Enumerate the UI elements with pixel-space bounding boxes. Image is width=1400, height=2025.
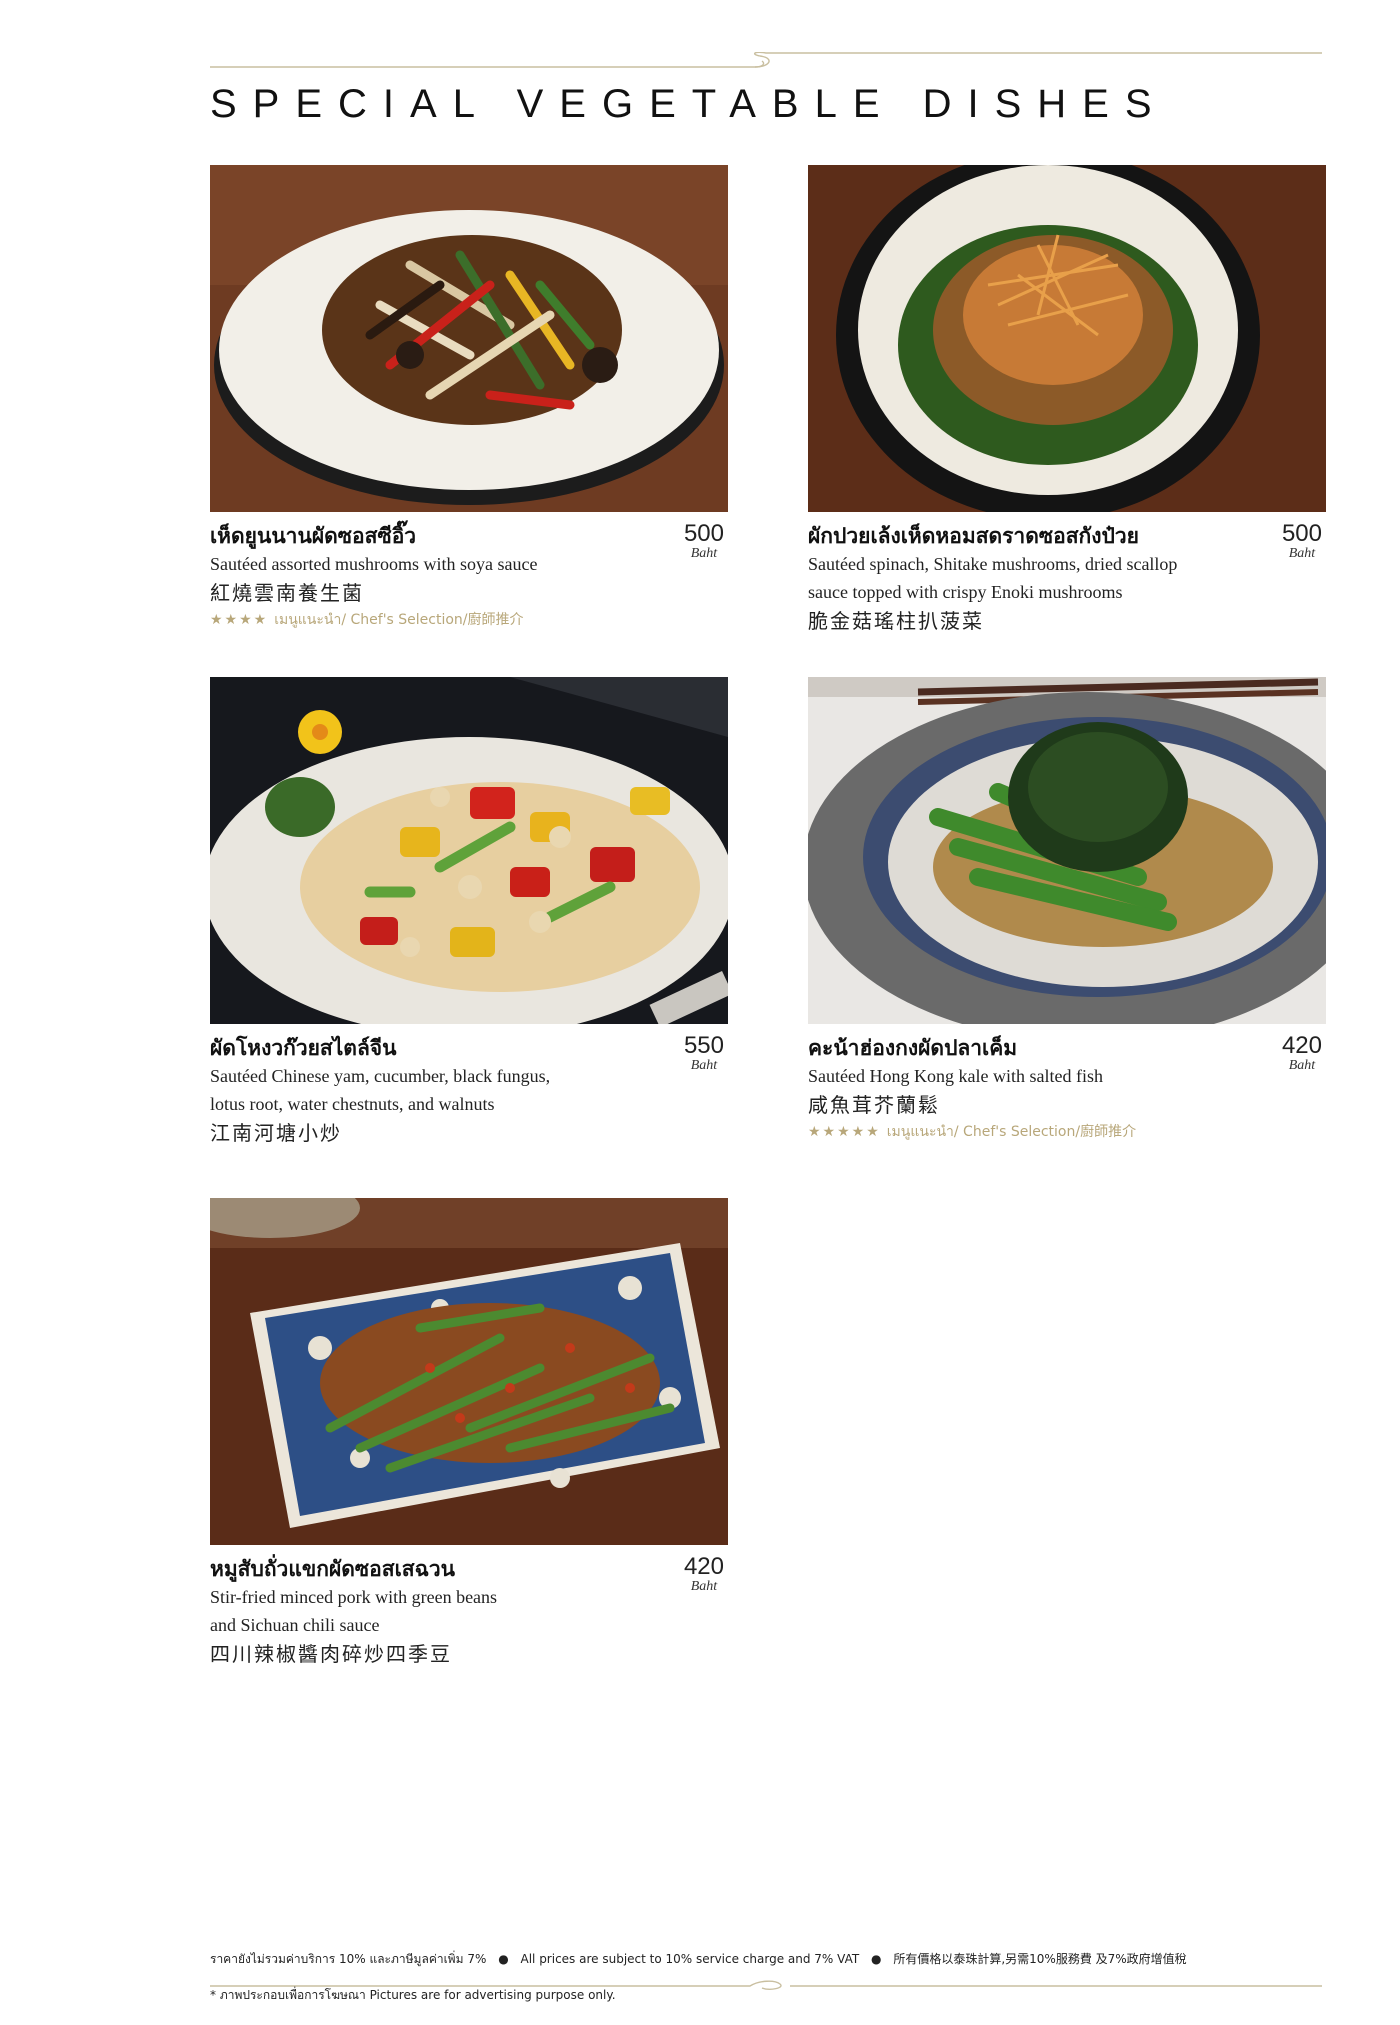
price-unit: Baht xyxy=(690,1579,718,1594)
menu-item: เห็ดยูนนานผัดซอสซีอิ๊ว Sautéed assorted … xyxy=(210,165,728,632)
price-amount: 500 xyxy=(1281,520,1322,547)
price-amount: 420 xyxy=(683,1553,724,1580)
chef-selection: ★★★★ เมนูแนะนำ/ Chef's Selection/廚師推介 xyxy=(210,608,728,632)
price: 500 Baht xyxy=(684,522,724,562)
price-unit: Baht xyxy=(690,546,718,561)
price-unit: Baht xyxy=(690,1058,718,1073)
disclaimer-thai: ราคายังไม่รวมค่าบริการ 10% และภาษีมูลค่า… xyxy=(210,1952,487,1966)
rating-stars: ★★★★ xyxy=(210,612,269,628)
disclaimer-chinese: 所有價格以泰珠計算,另需10%服務費 及7%政府增值稅 xyxy=(893,1952,1187,1966)
price-amount: 420 xyxy=(1281,1032,1322,1059)
disclaimer-english: All prices are subject to 10% service ch… xyxy=(520,1952,860,1966)
top-ornament-rule xyxy=(210,52,1322,68)
price: 550 Baht xyxy=(684,1034,724,1074)
dish-photo-hong-kong-kale xyxy=(808,677,1326,1024)
dish-name-english: Sautéed Hong Kong kale with salted fish xyxy=(808,1066,1103,1086)
dish-photo-minced-pork-green-beans xyxy=(210,1198,728,1545)
menu-item: ผักปวยเล้งเห็ดหอมสดราดซอสกังป๋วย Sautéed… xyxy=(808,165,1326,636)
price-disclaimer: ราคายังไม่รวมค่าบริการ 10% และภาษีมูลค่า… xyxy=(210,1950,1187,1969)
chef-selection-label: เมนูแนะนำ/ Chef's Selection/廚師推介 xyxy=(886,1124,1137,1140)
price: 420 Baht xyxy=(684,1555,724,1595)
chef-selection-label: เมนูแนะนำ/ Chef's Selection/廚師推介 xyxy=(274,612,524,628)
price-amount: 500 xyxy=(683,520,724,547)
dish-name-english: Sautéed assorted mushrooms with soya sau… xyxy=(210,554,538,574)
dish-name-english: Sautéed spinach, Shitake mushrooms, drie… xyxy=(808,554,1178,574)
dish-name-thai: ผักปวยเล้งเห็ดหอมสดราดซอสกังป๋วย xyxy=(808,524,1139,548)
dish-name-english-line2: and Sichuan chili sauce xyxy=(210,1615,380,1635)
dish-name-chinese: 江南河塘小炒 xyxy=(210,1121,342,1145)
page-title: SPECIAL VEGETABLE DISHES xyxy=(210,82,1168,126)
dish-photo-spinach xyxy=(808,165,1326,512)
dish-name-thai: ผัดโหงวก๊วยสไตล์จีน xyxy=(210,1036,397,1060)
rating-stars: ★★★★★ xyxy=(808,1124,881,1140)
price-unit: Baht xyxy=(1288,546,1316,561)
dish-name-chinese: 紅燒雲南養生菌 xyxy=(210,581,364,605)
price: 420 Baht xyxy=(1282,1034,1322,1074)
dish-name-thai: คะน้าฮ่องกงผัดปลาเค็ม xyxy=(808,1036,1018,1060)
dish-name-english-line2: sauce topped with crispy Enoki mushrooms xyxy=(808,582,1123,602)
price-unit: Baht xyxy=(1288,1058,1316,1073)
menu-item: หมูสับถั่วแขกผัดซอสเสฉวน Stir-fried minc… xyxy=(210,1198,728,1669)
dish-name-thai: เห็ดยูนนานผัดซอสซีอิ๊ว xyxy=(210,524,417,548)
dish-name-chinese: 脆金菇瑤柱扒菠菜 xyxy=(808,609,984,633)
dish-name-chinese: 咸魚茸芥蘭鬆 xyxy=(808,1093,940,1117)
dish-name-chinese: 四川辣椒醬肉碎炒四季豆 xyxy=(210,1642,452,1666)
dish-name-english-line2: lotus root, water chestnuts, and walnuts xyxy=(210,1094,495,1114)
menu-item: คะน้าฮ่องกงผัดปลาเค็ม Sautéed Hong Kong … xyxy=(808,677,1326,1144)
menu-item: ผัดโหงวก๊วยสไตล์จีน Sautéed Chinese yam,… xyxy=(210,677,728,1148)
dish-photo-chinese-yam xyxy=(210,677,728,1024)
bullet-icon: ● xyxy=(498,1952,509,1966)
dish-name-english: Sautéed Chinese yam, cucumber, black fun… xyxy=(210,1066,551,1086)
pictures-disclaimer: * ภาพประกอบเพื่อการโฆษณา Pictures are fo… xyxy=(210,1988,616,2002)
price: 500 Baht xyxy=(1282,522,1322,562)
dish-photo-mushrooms xyxy=(210,165,728,512)
dish-name-thai: หมูสับถั่วแขกผัดซอสเสฉวน xyxy=(210,1557,456,1581)
price-amount: 550 xyxy=(683,1032,724,1059)
dish-name-english: Stir-fried minced pork with green beans xyxy=(210,1587,498,1607)
bullet-icon: ● xyxy=(871,1952,882,1966)
chef-selection: ★★★★★ เมนูแนะนำ/ Chef's Selection/廚師推介 xyxy=(808,1120,1326,1144)
